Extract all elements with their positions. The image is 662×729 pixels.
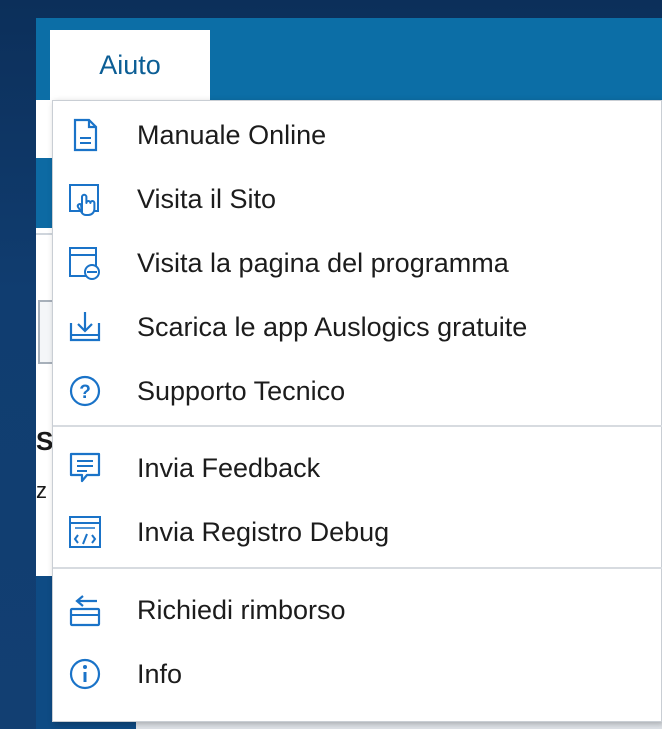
menu-item-manuale-online[interactable]: Manuale Online bbox=[53, 103, 662, 167]
menu-item-label: Scarica le app Auslogics gratuite bbox=[137, 311, 528, 342]
menu-item-label: Info bbox=[137, 658, 183, 689]
feedback-icon bbox=[65, 448, 105, 488]
menu-item-label: Visita il Sito bbox=[137, 183, 277, 214]
menu-item-invia-feedback[interactable]: Invia Feedback bbox=[53, 436, 662, 500]
menu-item-invia-debug[interactable]: Invia Registro Debug bbox=[53, 500, 662, 564]
browser-page-icon bbox=[65, 243, 105, 283]
menu-item-label: Invia Feedback bbox=[137, 452, 321, 483]
menu-separator bbox=[53, 425, 662, 427]
help-dropdown-menu: Manuale Online Visita il Sito Visita la … bbox=[52, 100, 662, 722]
document-icon bbox=[65, 115, 105, 155]
hand-pointer-icon bbox=[65, 179, 105, 219]
app-panel-edge bbox=[36, 158, 52, 228]
menu-separator bbox=[53, 567, 662, 569]
menu-item-supporto-tecnico[interactable]: ? Supporto Tecnico bbox=[53, 359, 662, 423]
menu-tab-aiuto[interactable]: Aiuto bbox=[50, 30, 210, 100]
download-icon bbox=[65, 307, 105, 347]
menu-item-info[interactable]: Info bbox=[53, 642, 662, 706]
menu-item-label: Manuale Online bbox=[137, 119, 327, 150]
menu-item-label: Visita la pagina del programma bbox=[137, 247, 509, 278]
svg-text:?: ? bbox=[79, 382, 91, 403]
menubar: Aiuto bbox=[36, 18, 662, 100]
menu-item-scarica-app[interactable]: Scarica le app Auslogics gratuite bbox=[53, 295, 662, 359]
refund-icon bbox=[65, 590, 105, 630]
menu-item-label: Invia Registro Debug bbox=[137, 516, 390, 547]
debug-log-icon bbox=[65, 512, 105, 552]
app-input-edge bbox=[38, 300, 52, 364]
menu-item-visita-sito[interactable]: Visita il Sito bbox=[53, 167, 662, 231]
menu-item-label: Supporto Tecnico bbox=[137, 375, 346, 406]
menu-item-label: Richiedi rimborso bbox=[137, 594, 346, 625]
info-icon bbox=[65, 654, 105, 694]
app-text-fragment: z bbox=[36, 478, 47, 503]
menu-item-richiedi-rimborso[interactable]: Richiedi rimborso bbox=[53, 578, 662, 642]
menu-item-pagina-programma[interactable]: Visita la pagina del programma bbox=[53, 231, 662, 295]
app-text-fragment: S bbox=[36, 426, 54, 456]
divider bbox=[36, 233, 52, 235]
question-icon: ? bbox=[65, 371, 105, 411]
